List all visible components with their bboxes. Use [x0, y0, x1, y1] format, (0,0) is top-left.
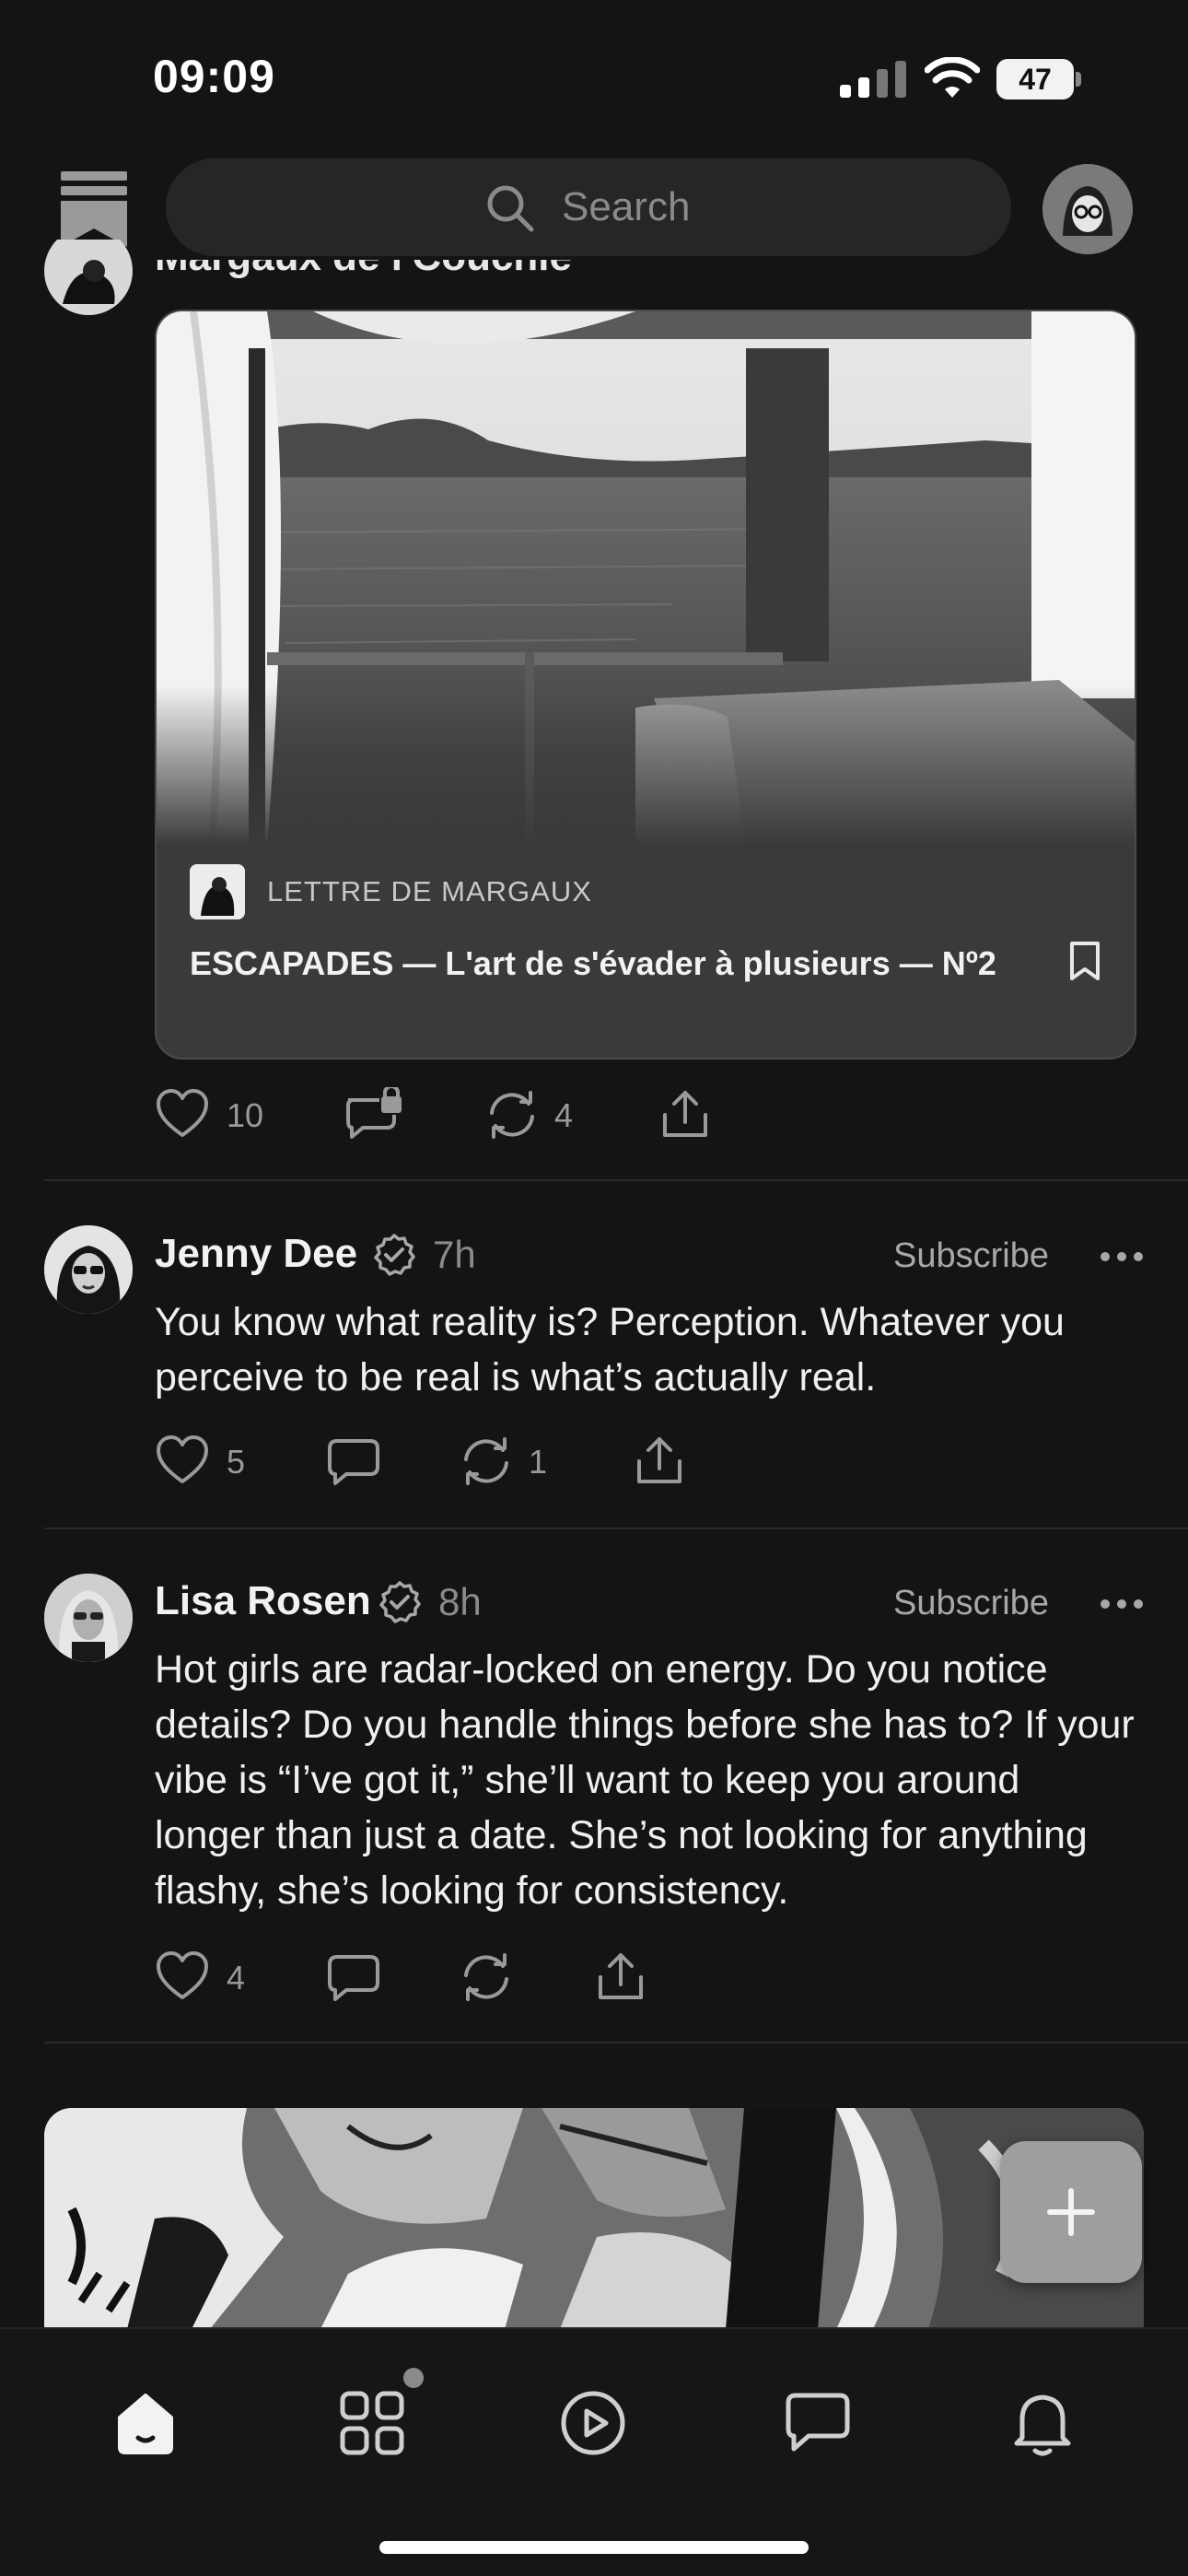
divider: [44, 1179, 1188, 1181]
divider: [44, 1528, 1188, 1529]
comment-icon: [328, 1955, 379, 2001]
bell-icon: [1014, 2395, 1071, 2456]
heart-icon: [157, 1951, 208, 1999]
bookmark-icon[interactable]: [1068, 940, 1101, 982]
publication-logo[interactable]: [190, 864, 245, 919]
chat-icon: [786, 2393, 850, 2452]
post-body[interactable]: Hot girls are radar-locked on energy. Do…: [155, 1642, 1140, 1918]
post-time: 8h: [438, 1580, 482, 1623]
restack-icon: [490, 1091, 534, 1139]
avatar-photo: [44, 1574, 133, 1662]
unread-dot: [403, 2368, 424, 2388]
post-card[interactable]: LETTRE DE MARGAUX ESCAPADES — L'art de s…: [155, 310, 1136, 1060]
share-icon: [599, 1953, 643, 1999]
home-tab[interactable]: [109, 2386, 182, 2460]
restack-button[interactable]: 4: [484, 1087, 595, 1142]
subscribe-button[interactable]: Subscribe: [893, 1236, 1049, 1276]
heart-icon: [157, 1089, 208, 1137]
restack-count: 4: [554, 1096, 574, 1134]
plus-icon: [1047, 2188, 1095, 2236]
comment-locked-icon: [346, 1087, 402, 1139]
more-icon[interactable]: [1100, 1597, 1144, 1611]
post-cover-image: [157, 311, 1135, 846]
share-button[interactable]: [593, 1950, 648, 2005]
feed-icon[interactable]: [61, 171, 127, 247]
wifi-icon: [925, 57, 980, 98]
post-actions: 4: [155, 1950, 726, 2005]
verified-icon: [374, 1234, 415, 1276]
play-icon: [561, 2391, 625, 2455]
grid-icon: [340, 2391, 404, 2455]
search-placeholder: Search: [562, 184, 691, 229]
compose-button[interactable]: [1000, 2141, 1142, 2283]
avatar-photo: [44, 1225, 133, 1314]
comment-button[interactable]: [326, 1950, 381, 2005]
publication-name[interactable]: LETTRE DE MARGAUX: [267, 875, 592, 908]
like-button[interactable]: 10: [155, 1087, 265, 1142]
like-count: 10: [227, 1096, 264, 1134]
post-actions: 5 1: [155, 1434, 726, 1489]
notifications-tab[interactable]: [1006, 2386, 1079, 2460]
post-card-image[interactable]: [44, 2108, 1144, 2329]
like-button[interactable]: 5: [155, 1434, 256, 1489]
chat-tab[interactable]: [781, 2386, 855, 2460]
post-time: 7h: [433, 1233, 476, 1276]
publication-logo-image: [190, 864, 245, 919]
share-button[interactable]: [632, 1434, 687, 1489]
share-icon: [637, 1437, 681, 1483]
profile-avatar[interactable]: [1042, 164, 1133, 254]
home-indicator: [379, 2541, 809, 2554]
home-icon: [118, 2394, 173, 2454]
restack-count: 1: [529, 1443, 548, 1481]
post-actions: 10 4: [155, 1087, 726, 1142]
restack-icon: [464, 1953, 508, 2001]
status-time: 09:09: [153, 51, 275, 102]
avatar-illustration: [1042, 164, 1133, 254]
post-cover-illustration: [44, 2108, 1144, 2329]
author-name[interactable]: Margaux de l'Couchie: [155, 260, 572, 280]
signal-icon: [840, 61, 906, 98]
share-button[interactable]: [658, 1087, 713, 1142]
restack-button[interactable]: [459, 1950, 514, 2005]
tab-bar: [0, 2327, 1188, 2576]
video-tab[interactable]: [556, 2386, 630, 2460]
like-button[interactable]: 4: [155, 1950, 256, 2005]
divider: [44, 2042, 1188, 2043]
battery-indicator: 47: [996, 59, 1081, 100]
post-body[interactable]: You know what reality is? Perception. Wh…: [155, 1294, 1140, 1405]
author-avatar[interactable]: [44, 1225, 133, 1314]
more-icon[interactable]: [1100, 1249, 1144, 1264]
library-tab[interactable]: [335, 2386, 409, 2460]
like-count: 5: [227, 1443, 246, 1481]
battery-level: 47: [996, 59, 1074, 100]
share-icon: [663, 1091, 707, 1137]
author-name[interactable]: Jenny Dee: [155, 1231, 357, 1277]
post-title[interactable]: ESCAPADES — L'art de s'évader à plusieur…: [190, 942, 1009, 986]
clipped-post-header: Margaux de l'Couchie: [0, 260, 1188, 282]
like-count: 4: [227, 1959, 246, 1996]
restack-button[interactable]: 1: [459, 1434, 569, 1489]
battery-cap: [1076, 72, 1081, 87]
verified-icon: [379, 1581, 421, 1623]
author-avatar[interactable]: [44, 1574, 133, 1662]
search-icon: [487, 185, 534, 232]
comment-button[interactable]: [343, 1087, 407, 1142]
author-name[interactable]: Lisa Rosen: [155, 1578, 371, 1624]
heart-icon: [157, 1435, 208, 1483]
comment-button[interactable]: [326, 1434, 381, 1489]
subscribe-button[interactable]: Subscribe: [893, 1584, 1049, 1623]
comment-icon: [328, 1439, 379, 1485]
restack-icon: [464, 1437, 508, 1485]
